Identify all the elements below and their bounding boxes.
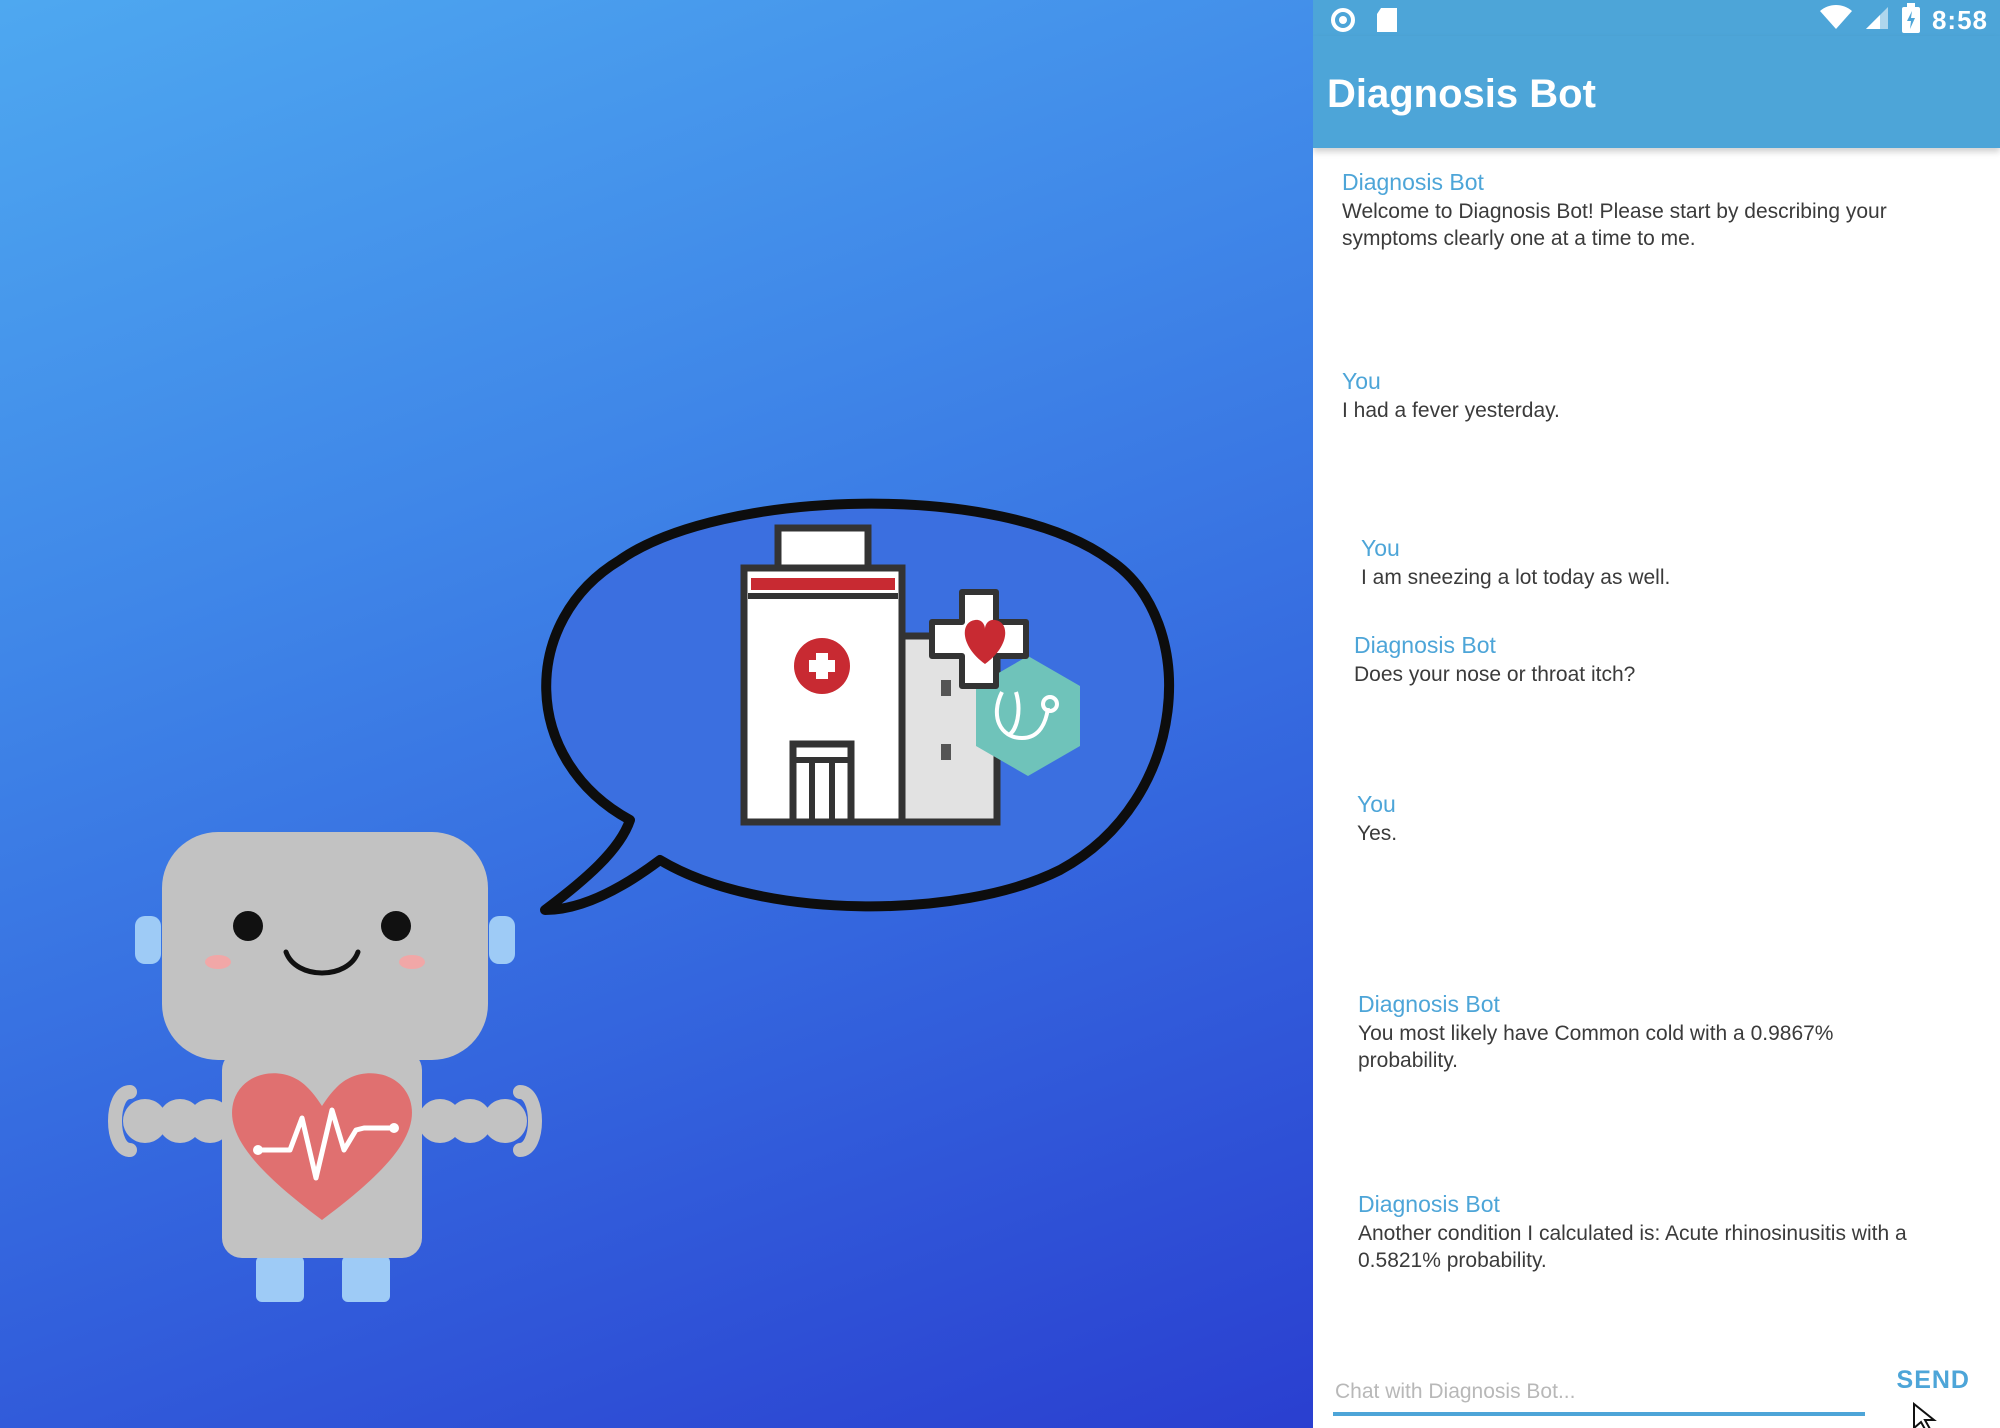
hero-illustration <box>0 0 1313 1428</box>
message-sender: Diagnosis Bot <box>1358 991 1500 1017</box>
message-sender: Diagnosis Bot <box>1354 632 1496 658</box>
chat-message: Diagnosis Bot You most likely have Commo… <box>1358 990 1918 1074</box>
chat-message: You Yes. <box>1357 790 1977 847</box>
phone-screen: 8:58 Diagnosis Bot Diagnosis Bot Welcome… <box>1313 0 2000 1428</box>
battery-icon <box>1901 3 1920 38</box>
chat-input-row: SEND <box>1313 1360 2000 1428</box>
illustration-canvas <box>108 498 1175 1302</box>
chat-input[interactable] <box>1333 1372 1865 1416</box>
message-text: Another condition I calculated is: Acute… <box>1358 1222 1907 1272</box>
app-bar: Diagnosis Bot <box>1313 36 2000 148</box>
send-button[interactable]: SEND <box>1897 1366 1970 1395</box>
message-sender: You <box>1357 791 1396 817</box>
circle-status-icon <box>1329 6 1357 39</box>
app-title: Diagnosis Bot <box>1327 72 1596 116</box>
status-bar: 8:58 <box>1313 0 2000 36</box>
message-sender: You <box>1342 368 1381 394</box>
sd-card-icon <box>1375 6 1399 39</box>
chat-message: You I had a fever yesterday. <box>1342 367 1982 424</box>
message-text: I am sneezing a lot today as well. <box>1361 566 1671 589</box>
mouse-pointer-icon <box>1912 1401 1942 1428</box>
message-text: You most likely have Common cold with a … <box>1358 1022 1834 1072</box>
message-sender: You <box>1361 535 1400 561</box>
message-sender: Diagnosis Bot <box>1342 169 1484 195</box>
message-sender: Diagnosis Bot <box>1358 1191 1500 1217</box>
message-text: I had a fever yesterday. <box>1342 399 1560 422</box>
robot-icon <box>108 832 542 1302</box>
chat-message: You I am sneezing a lot today as well. <box>1361 534 1981 591</box>
message-text: Yes. <box>1357 822 1398 845</box>
wifi-icon <box>1819 5 1852 36</box>
chat-message: Diagnosis Bot Another condition I calcul… <box>1358 1190 1938 1274</box>
message-text: Welcome to Diagnosis Bot! Please start b… <box>1342 200 1887 250</box>
cell-signal-icon <box>1864 5 1890 36</box>
chat-message: Diagnosis Bot Welcome to Diagnosis Bot! … <box>1342 168 1982 252</box>
status-time: 8:58 <box>1931 5 1988 35</box>
message-text: Does your nose or throat itch? <box>1354 663 1636 686</box>
chat-message: Diagnosis Bot Does your nose or throat i… <box>1354 631 1974 688</box>
